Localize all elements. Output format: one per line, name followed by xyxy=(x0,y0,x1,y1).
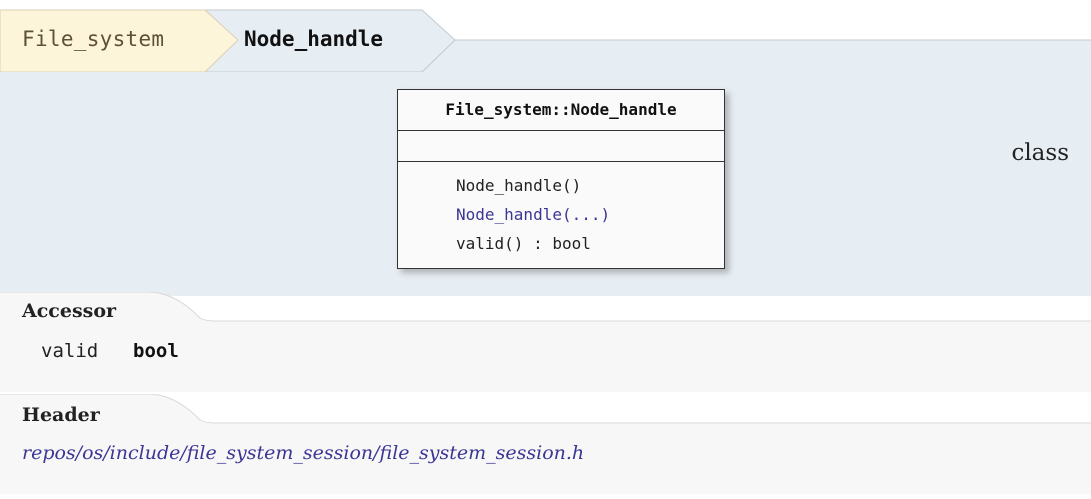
accessor-section-tab: Accessor xyxy=(0,292,1091,324)
header-section-tab: Header xyxy=(0,394,1091,426)
header-section-title: Header xyxy=(22,404,100,426)
uml-attributes-section xyxy=(398,131,724,162)
uml-operation-constructor-args-link[interactable]: Node_handle(...) xyxy=(398,200,724,229)
header-file-link[interactable]: repos/os/include/file_system_session/fil… xyxy=(22,442,584,464)
uml-operations-section: Node_handle() Node_handle(...) valid() :… xyxy=(398,162,724,258)
accessor-type: bool xyxy=(133,340,179,362)
uml-operation-constructor: Node_handle() xyxy=(456,176,582,195)
uml-class-title: File_system::Node_handle xyxy=(398,90,724,131)
breadcrumb: File_system Node_handle xyxy=(0,0,1091,72)
header-section-body: repos/os/include/file_system_session/fil… xyxy=(0,424,1091,494)
accessor-tab-shape xyxy=(0,292,1091,324)
header-tab-shape xyxy=(0,394,1091,426)
breadcrumb-current: Node_handle xyxy=(244,27,384,51)
accessor-name: valid xyxy=(41,340,99,362)
kind-label: class xyxy=(1011,140,1069,166)
accessor-section-body: valid bool xyxy=(0,322,1091,392)
uml-operation-valid: valid() : bool xyxy=(456,234,591,253)
uml-class-box: File_system::Node_handle Node_handle() N… xyxy=(397,89,725,269)
breadcrumb-parent-link[interactable]: File_system xyxy=(22,24,164,54)
accessor-section-title: Accessor xyxy=(22,300,117,322)
